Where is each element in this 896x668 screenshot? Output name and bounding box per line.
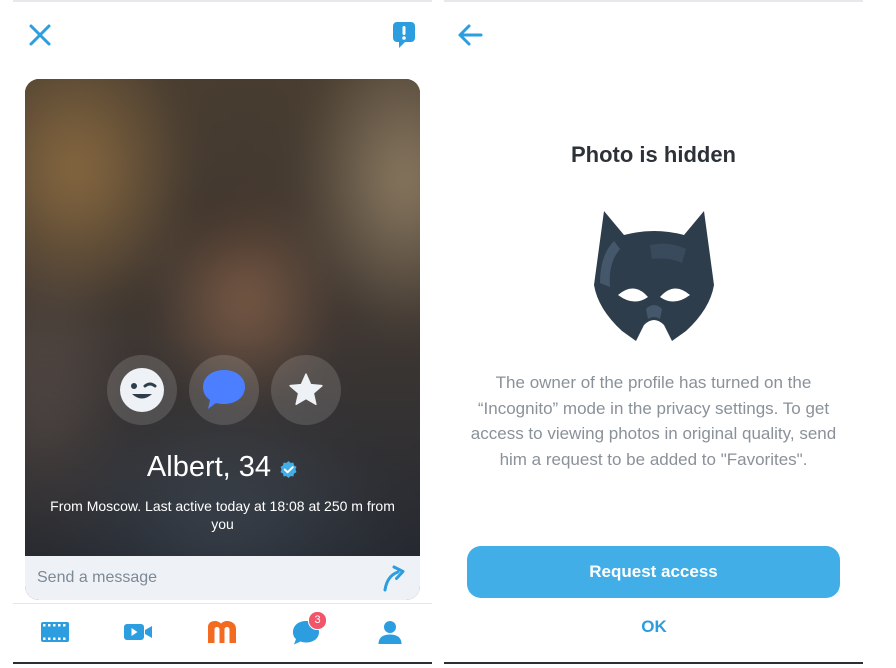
wink-icon xyxy=(120,368,164,412)
tab-profile[interactable] xyxy=(373,617,407,647)
page-title: Photo is hidden xyxy=(571,142,736,167)
send-icon xyxy=(383,565,405,592)
tabbar-divider xyxy=(13,603,432,604)
report-icon xyxy=(393,22,415,48)
back-icon xyxy=(458,24,483,46)
status-divider xyxy=(444,0,863,2)
incognito-mask-icon xyxy=(594,211,714,341)
photo-hidden-screen: Photo is hidden The owner of the profile… xyxy=(444,0,863,668)
wink-button[interactable] xyxy=(107,355,177,425)
profile-location: From Moscow. Last active today at 18:08 … xyxy=(50,498,395,532)
star-icon xyxy=(289,373,323,406)
quick-actions xyxy=(107,355,341,425)
status-divider xyxy=(13,0,432,2)
send-button[interactable] xyxy=(380,563,410,593)
mamba-logo-icon xyxy=(208,621,236,643)
messages-badge: 3 xyxy=(308,611,327,630)
nav-divider xyxy=(13,662,432,664)
tab-feed[interactable] xyxy=(38,617,72,647)
film-icon xyxy=(41,622,69,642)
tab-video[interactable] xyxy=(121,617,155,647)
profile-name-row: Albert, 34 xyxy=(25,451,420,484)
profile-name: Albert, 34 xyxy=(146,451,272,483)
video-icon xyxy=(124,624,152,640)
favorite-button[interactable] xyxy=(271,355,341,425)
message-input[interactable]: Send a message xyxy=(37,569,157,587)
profile-card: Albert, 34 From Moscow. Last active toda… xyxy=(25,79,420,600)
bottom-tabbar: 3 xyxy=(13,605,432,661)
profile-photo[interactable]: Albert, 34 From Moscow. Last active toda… xyxy=(25,79,420,556)
report-button[interactable] xyxy=(389,19,419,51)
message-bar: Send a message xyxy=(25,556,420,600)
tab-mamba[interactable] xyxy=(205,617,239,647)
close-button[interactable] xyxy=(25,20,55,50)
nav-divider xyxy=(444,662,863,664)
ok-button[interactable]: OK xyxy=(604,617,704,641)
back-button[interactable] xyxy=(454,20,486,50)
chat-bubble-icon xyxy=(203,370,245,409)
profile-screen: Albert, 34 From Moscow. Last active toda… xyxy=(13,0,432,668)
profile-icon xyxy=(378,621,402,644)
chat-button[interactable] xyxy=(189,355,259,425)
close-icon xyxy=(29,24,51,46)
tab-messages[interactable]: 3 xyxy=(289,611,327,647)
privacy-description: The owner of the profile has turned on t… xyxy=(470,373,837,469)
verified-icon xyxy=(280,460,297,479)
verified-badge xyxy=(279,460,298,479)
request-access-button[interactable]: Request access xyxy=(467,546,840,598)
